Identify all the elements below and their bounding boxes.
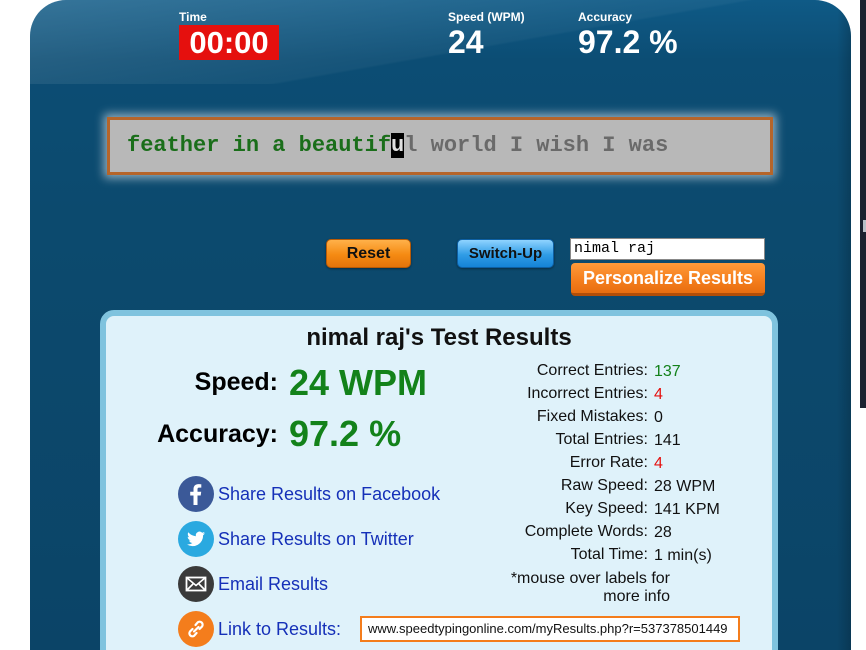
remaining-text: l world I wish I was bbox=[404, 133, 669, 158]
speed-result-label[interactable]: Speed: bbox=[146, 368, 278, 397]
name-input[interactable]: nimal raj bbox=[570, 238, 765, 260]
note-line-1: *mouse over labels for bbox=[510, 570, 670, 587]
share-facebook-label: Share Results on Facebook bbox=[218, 484, 441, 504]
panel-gloss bbox=[30, 0, 851, 84]
timer-display: 00:00 bbox=[179, 25, 279, 60]
results-title: nimal raj's Test Results bbox=[306, 324, 572, 351]
stat-label: Error Rate: bbox=[569, 454, 648, 471]
stat-label: Total Time: bbox=[570, 546, 648, 563]
link-to-results-label: Link to Results: bbox=[218, 619, 342, 639]
stat-total-entries[interactable]: Total Entries: 141 bbox=[486, 431, 746, 451]
stat-value: 4 bbox=[654, 386, 663, 403]
accuracy-label: Accuracy bbox=[578, 10, 633, 24]
reset-button[interactable]: Reset bbox=[326, 239, 411, 268]
twitter-icon bbox=[178, 521, 214, 557]
stat-fixed-mistakes[interactable]: Fixed Mistakes: 0 bbox=[486, 408, 746, 428]
stat-correct-entries[interactable]: Correct Entries: 137 bbox=[486, 362, 746, 382]
link-icon bbox=[178, 611, 214, 647]
stat-complete-words[interactable]: Complete Words: 28 bbox=[486, 523, 746, 543]
accuracy-value: 97.2 % bbox=[578, 24, 678, 60]
share-twitter-label: Share Results on Twitter bbox=[218, 529, 414, 549]
speed-result-value: 24 WPM bbox=[289, 362, 428, 403]
stat-raw-speed[interactable]: Raw Speed: 28 WPM bbox=[486, 477, 746, 497]
personalize-results-button[interactable]: Personalize Results bbox=[571, 263, 765, 296]
stat-value: 28 bbox=[654, 524, 672, 541]
stat-value: 137 bbox=[654, 363, 681, 380]
stat-label: Raw Speed: bbox=[560, 477, 648, 494]
accuracy-result-label[interactable]: Accuracy: bbox=[126, 420, 278, 449]
results-card: nimal raj's Test Results Speed: 24 WPM A… bbox=[100, 310, 778, 650]
stat-value: 4 bbox=[654, 455, 663, 472]
note-line-2: more info bbox=[603, 588, 670, 605]
stat-incorrect-entries[interactable]: Incorrect Entries: 4 bbox=[486, 385, 746, 405]
speed-label: Speed (WPM) bbox=[448, 10, 525, 24]
time-label: Time bbox=[179, 10, 207, 24]
accuracy-result-value: 97.2 % bbox=[289, 413, 402, 454]
current-character: u bbox=[391, 133, 405, 158]
switch-up-button[interactable]: Switch-Up bbox=[457, 239, 554, 268]
stat-error-rate[interactable]: Error Rate: 4 bbox=[486, 454, 746, 474]
typing-test-panel: Time 00:00 Speed (WPM) 24 Accuracy 97.2 … bbox=[30, 0, 851, 650]
page-edge-bar bbox=[860, 0, 866, 408]
results-link-field[interactable]: www.speedtypingonline.com/myResults.php?… bbox=[360, 616, 740, 642]
stat-value: 28 WPM bbox=[654, 478, 716, 495]
stat-value: 141 KPM bbox=[654, 501, 720, 518]
stat-label: Fixed Mistakes: bbox=[536, 408, 648, 425]
stat-key-speed[interactable]: Key Speed: 141 KPM bbox=[486, 500, 746, 520]
email-icon bbox=[178, 566, 214, 602]
stat-label: Key Speed: bbox=[565, 500, 648, 517]
stat-value: 1 min(s) bbox=[654, 547, 712, 564]
speed-value: 24 bbox=[448, 24, 484, 60]
stat-total-time[interactable]: Total Time: 1 min(s) bbox=[486, 546, 746, 566]
stat-value: 141 bbox=[654, 432, 681, 449]
stat-label: Incorrect Entries: bbox=[527, 385, 648, 402]
typing-text-box[interactable]: feather in a beautiful world I wish I wa… bbox=[107, 117, 773, 175]
stat-label: Total Entries: bbox=[555, 431, 648, 448]
stat-label: Correct Entries: bbox=[536, 362, 648, 379]
stat-label: Complete Words: bbox=[524, 523, 648, 540]
facebook-icon bbox=[178, 476, 214, 512]
email-results-label: Email Results bbox=[218, 574, 329, 594]
typed-text: feather in a beautif bbox=[127, 133, 392, 158]
stat-value: 0 bbox=[654, 409, 663, 426]
mouse-over-note: *mouse over labels for more info bbox=[486, 570, 670, 606]
